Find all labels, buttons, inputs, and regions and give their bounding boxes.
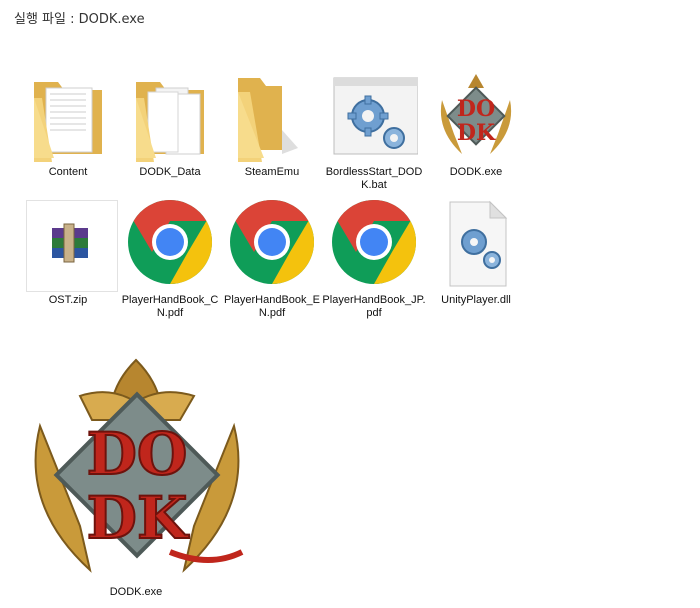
svg-text:DO: DO	[87, 420, 188, 488]
featured-exe-preview: DO DK DODK.exe	[14, 354, 258, 602]
folder-icon	[24, 70, 112, 162]
page-caption: 실행 파일 : DODK.exe	[14, 12, 145, 27]
file-item-playerhandbook-en[interactable]: PlayerHandBook_EN.pdf	[220, 198, 320, 328]
featured-label: DODK.exe	[109, 586, 163, 598]
file-item-unityplayer-dll[interactable]: UnityPlayer.dll	[424, 198, 524, 328]
chrome-pdf-icon	[228, 198, 316, 290]
file-label: BordlessStart_DODK.bat	[325, 166, 423, 191]
file-label: SteamEmu	[244, 166, 300, 178]
file-item-content[interactable]: Content	[16, 70, 116, 200]
file-explorer-grid: Content DODK_Data SteamEmu BordlessStart…	[16, 66, 520, 334]
chrome-pdf-icon	[330, 198, 418, 290]
file-label: DODK_Data	[139, 166, 201, 178]
file-item-playerhandbook-jp[interactable]: PlayerHandBook_JP.pdf	[322, 198, 426, 328]
chrome-pdf-icon	[126, 198, 214, 290]
folder-icon	[228, 70, 316, 162]
file-item-dodk-data[interactable]: DODK_Data	[118, 70, 218, 200]
file-item-bordlessstart-bat[interactable]: BordlessStart_DODK.bat	[322, 70, 422, 200]
svg-text:DK: DK	[87, 484, 190, 552]
file-label: PlayerHandBook_EN.pdf	[223, 294, 320, 319]
file-label: PlayerHandBook_CN.pdf	[121, 294, 219, 319]
folder-icon	[126, 70, 214, 162]
file-item-playerhandbook-cn[interactable]: PlayerHandBook_CN.pdf	[118, 198, 218, 328]
dodk-logo-icon: DO DK	[432, 70, 520, 162]
batch-file-icon	[330, 70, 418, 162]
dll-file-icon	[432, 198, 520, 290]
dodk-logo-icon: DO DK	[20, 356, 254, 584]
file-item-steamemu[interactable]: SteamEmu	[220, 70, 320, 200]
file-label: OST.zip	[48, 294, 88, 306]
file-label: UnityPlayer.dll	[441, 294, 511, 306]
file-label: Content	[48, 166, 88, 178]
file-label: PlayerHandBook_JP.pdf	[322, 294, 426, 319]
winrar-archive-icon	[24, 198, 118, 292]
file-label: DODK.exe	[449, 166, 503, 178]
svg-text:DO: DO	[457, 96, 495, 122]
file-item-ost-zip[interactable]: OST.zip	[16, 198, 118, 328]
svg-text:DK: DK	[457, 120, 496, 146]
file-item-dodk-exe[interactable]: DO DK DODK.exe	[424, 70, 524, 200]
